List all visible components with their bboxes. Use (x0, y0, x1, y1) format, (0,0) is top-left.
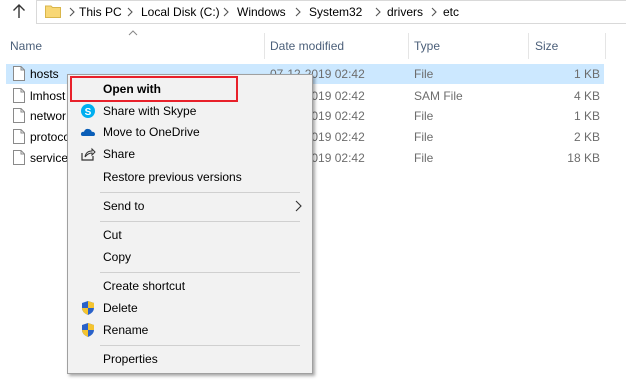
column-divider[interactable] (605, 33, 606, 59)
column-header-size[interactable]: Size (535, 36, 558, 56)
column-header-type[interactable]: Type (414, 36, 440, 56)
file-icon (13, 129, 25, 144)
menu-item-move-to-onedrive[interactable]: Move to OneDrive (70, 121, 310, 143)
breadcrumb[interactable]: This PC Local Disk (C:) Windows System32… (36, 0, 626, 24)
menu-item-send-to[interactable]: Send to (70, 195, 310, 217)
file-size: 1 KB (573, 67, 600, 81)
file-name[interactable]: networ (30, 108, 66, 124)
breadcrumb-drivers[interactable]: drivers (387, 4, 423, 20)
skype-icon: S (81, 104, 95, 118)
sort-ascending-icon (128, 30, 138, 36)
menu-item-label: Rename (103, 323, 149, 337)
file-icon (13, 150, 25, 165)
file-name[interactable]: lmhost (30, 88, 65, 104)
chevron-right-icon (295, 200, 302, 212)
file-name[interactable]: service (30, 150, 68, 166)
menu-separator (100, 192, 300, 193)
column-divider[interactable] (408, 33, 409, 59)
menu-item-share[interactable]: Share (70, 143, 310, 165)
chevron-right-icon[interactable] (373, 5, 383, 19)
file-type: SAM File (414, 89, 463, 103)
file-size: 18 KB (567, 151, 600, 165)
menu-item-label: Send to (103, 199, 145, 213)
file-size: 2 KB (573, 130, 600, 144)
menu-item-label: Share (103, 147, 136, 161)
menu-item-label: Properties (103, 352, 158, 366)
file-icon (13, 108, 25, 123)
file-name[interactable]: hosts (30, 66, 59, 82)
breadcrumb-windows[interactable]: Windows (237, 4, 286, 20)
address-bar: This PC Local Disk (C:) Windows System32… (0, 0, 626, 24)
menu-item-restore-previous-versions[interactable]: Restore previous versions (70, 166, 310, 188)
chevron-right-icon[interactable] (293, 5, 303, 19)
uac-shield-icon (82, 301, 94, 315)
share-icon (81, 147, 96, 161)
menu-item-label: Cut (103, 228, 122, 242)
breadcrumb-local-disk[interactable]: Local Disk (C:) (141, 4, 220, 20)
file-size: 1 KB (573, 109, 600, 123)
column-header-name[interactable]: Name (10, 36, 42, 56)
chevron-right-icon[interactable] (221, 5, 231, 19)
menu-item-copy[interactable]: Copy (70, 246, 310, 268)
file-size: 4 KB (573, 89, 600, 103)
menu-separator (100, 221, 300, 222)
onedrive-cloud-icon (80, 128, 95, 136)
breadcrumb-this-pc[interactable]: This PC (79, 4, 122, 20)
chevron-right-icon[interactable] (67, 5, 77, 19)
file-type: File (414, 130, 434, 144)
uac-shield-icon (82, 323, 94, 337)
column-header-date-modified[interactable]: Date modified (270, 36, 344, 56)
column-divider[interactable] (264, 33, 265, 59)
menu-item-label: Create shortcut (103, 279, 186, 293)
file-type: File (414, 151, 434, 165)
up-arrow-icon[interactable] (10, 2, 28, 20)
file-name[interactable]: protoco (30, 129, 70, 145)
menu-separator (100, 272, 300, 273)
file-type: File (414, 67, 434, 81)
menu-item-delete[interactable]: Delete (70, 297, 310, 319)
chevron-right-icon[interactable] (125, 5, 135, 19)
menu-item-cut[interactable]: Cut (70, 224, 310, 246)
menu-item-label: Open with (103, 82, 161, 96)
menu-item-label: Move to OneDrive (103, 125, 200, 139)
context-menu: Open with S Share with Skype Move to One… (67, 74, 313, 374)
menu-item-create-shortcut[interactable]: Create shortcut (70, 275, 310, 297)
folder-icon (45, 5, 61, 18)
file-type: File (414, 109, 434, 123)
menu-item-label: Restore previous versions (103, 170, 242, 184)
menu-item-label: Share with Skype (103, 104, 197, 118)
column-divider[interactable] (528, 33, 529, 59)
chevron-right-icon[interactable] (429, 5, 439, 19)
file-icon (13, 66, 25, 81)
menu-item-label: Delete (103, 301, 138, 315)
menu-item-rename[interactable]: Rename (70, 319, 310, 341)
menu-item-properties[interactable]: Properties (70, 348, 310, 370)
menu-item-open-with[interactable]: Open with (70, 78, 310, 100)
breadcrumb-etc[interactable]: etc (443, 4, 459, 20)
menu-separator (100, 345, 300, 346)
file-icon (13, 88, 25, 103)
svg-text:S: S (85, 107, 92, 118)
menu-item-share-with-skype[interactable]: S Share with Skype (70, 100, 310, 122)
breadcrumb-system32[interactable]: System32 (309, 4, 362, 20)
menu-item-label: Copy (103, 250, 132, 264)
